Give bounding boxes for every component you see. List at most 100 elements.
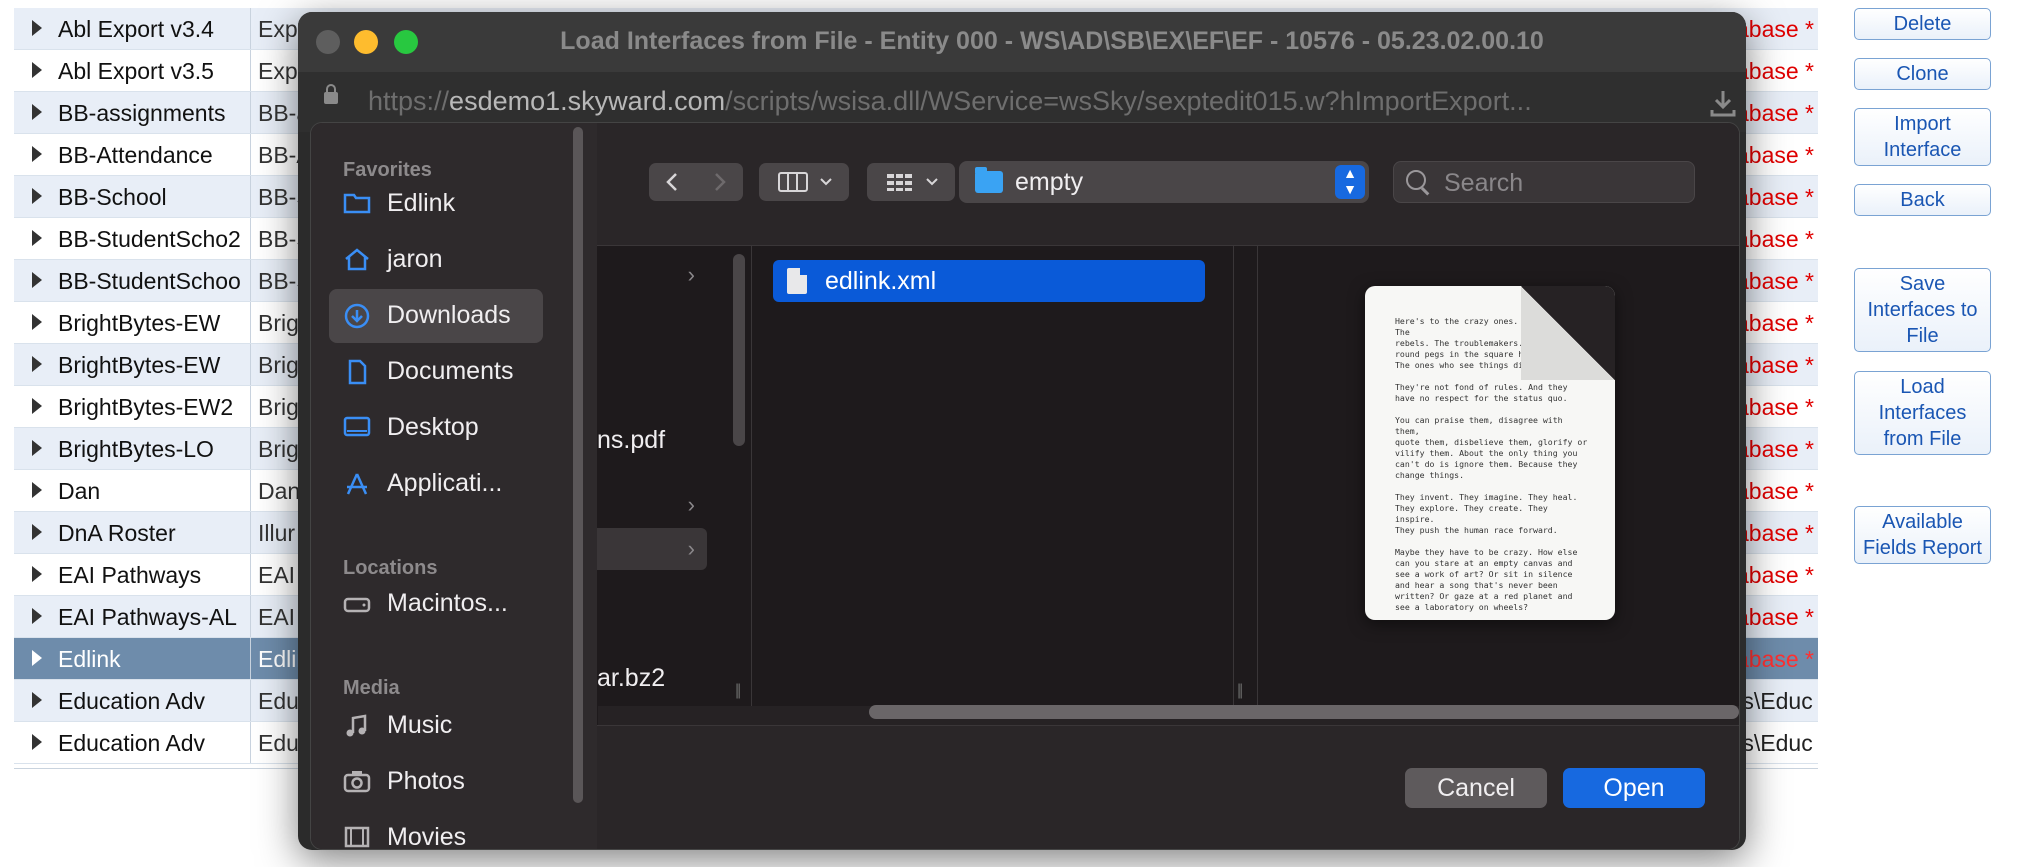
list-item[interactable]: ns.pdf [597,426,665,455]
download-icon[interactable] [1708,88,1738,125]
sidebar-item-macintosh-hd[interactable]: Macintos... [329,577,543,631]
expand-triangle-icon[interactable] [32,692,42,708]
expand-triangle-icon[interactable] [32,566,42,582]
interface-name: Dan [58,478,101,504]
window-titlebar[interactable]: Load Interfaces from File - Entity 000 -… [298,12,1746,72]
sidebar-item-jaron[interactable]: jaron [329,233,543,287]
url-prefix: https:// [368,86,450,116]
picker-footer: Cancel Open [597,725,1739,849]
interface-description: EAI [258,562,296,588]
expand-triangle-icon[interactable] [32,20,42,36]
list-item[interactable]: › [597,254,707,296]
sidebar-item-desktop[interactable]: Desktop [329,401,543,455]
load-interfaces-button[interactable]: Load Interfaces from File [1854,371,1991,455]
cancel-button[interactable]: Cancel [1405,768,1547,808]
cell-divider [250,386,251,427]
forward-nav-button[interactable] [696,163,743,201]
open-button[interactable]: Open [1563,768,1705,808]
expand-triangle-icon[interactable] [32,104,42,120]
column-divider[interactable] [1257,246,1258,706]
expand-triangle-icon[interactable] [32,524,42,540]
sidebar-item-label: Movies [387,823,467,850]
clone-button[interactable]: Clone [1854,58,1991,90]
horizontal-scrollbar[interactable] [869,705,1739,719]
search-box[interactable] [1393,161,1695,203]
group-by-button[interactable] [867,163,955,201]
sidebar-scrollbar[interactable] [573,127,583,803]
file-row-selected[interactable]: edlink.xml [773,260,1205,302]
interface-status: abase * [1736,436,1815,462]
back-nav-button[interactable] [649,163,696,201]
sidebar-item-downloads[interactable]: Downloads [329,289,543,343]
file-icon [787,268,807,294]
interface-name: BrightBytes-LO [58,436,214,462]
media-heading: Media [343,677,400,699]
delete-button[interactable]: Delete [1854,8,1991,40]
cell-divider [250,260,251,301]
folder-icon [343,191,371,215]
interface-status: abase * [1736,268,1815,294]
sidebar-item-label: Desktop [387,413,479,441]
interface-status: abase * [1736,478,1815,504]
cell-divider [250,218,251,259]
interface-status: abase * [1736,226,1815,252]
list-item[interactable]: › [597,528,707,570]
url-text[interactable]: https://esdemo1.skyward.com/scripts/wsis… [368,86,1532,117]
cell-divider [250,638,251,679]
expand-triangle-icon[interactable] [32,314,42,330]
sidebar-item-label: Downloads [387,301,511,329]
interface-status: abase * [1736,394,1815,420]
available-fields-report-button[interactable]: Available Fields Report [1854,506,1991,564]
column-resize-handle[interactable]: || [735,682,741,700]
expand-triangle-icon[interactable] [32,482,42,498]
view-mode-button[interactable] [759,163,849,201]
cell-divider [250,722,251,763]
sidebar-item-photos[interactable]: Photos [329,755,543,809]
expand-triangle-icon[interactable] [32,608,42,624]
document-preview: Here's to the crazy ones. The misfits. T… [1365,286,1615,620]
back-button[interactable]: Back [1854,184,1991,216]
expand-triangle-icon[interactable] [32,230,42,246]
column-resize-handle[interactable]: || [1237,682,1243,700]
sidebar-item-label: Music [387,711,453,739]
expand-triangle-icon[interactable] [32,272,42,288]
interface-status: abase * [1736,142,1815,168]
expand-triangle-icon[interactable] [32,146,42,162]
expand-triangle-icon[interactable] [32,650,42,666]
url-domain: esdemo1.skyward.com [449,86,726,116]
sidebar-item-label: Edlink [387,189,456,217]
document-icon [343,359,371,385]
column-scrollbar[interactable] [733,254,745,446]
sidebar-item-label: Documents [387,357,514,385]
interface-name: Education Adv [58,688,206,714]
interface-name: Education Adv [58,730,206,756]
location-popup[interactable]: empty ▲ ▼ [959,161,1369,203]
expand-triangle-icon[interactable] [32,188,42,204]
column-divider[interactable] [751,246,752,706]
expand-triangle-icon[interactable] [32,440,42,456]
expand-triangle-icon[interactable] [32,734,42,750]
list-item[interactable]: ar.bz2 [597,664,665,693]
sidebar-item-documents[interactable]: Documents [329,345,543,399]
sidebar-item-label: jaron [387,245,443,273]
sidebar-item-music[interactable]: Music [329,699,543,753]
sidebar-item-applications[interactable]: Applicati... [329,457,543,511]
cell-divider [250,134,251,175]
column-divider[interactable] [1233,246,1234,706]
search-input[interactable] [1442,168,1686,198]
interface-name: BB-assignments [58,100,226,126]
sidebar-item-edlink[interactable]: Edlink [329,177,543,231]
expand-triangle-icon[interactable] [32,398,42,414]
save-interfaces-button[interactable]: Save Interfaces to File [1854,268,1991,352]
interface-description: Brig [258,394,299,420]
expand-triangle-icon[interactable] [32,62,42,78]
sidebar-item-movies[interactable]: Movies [329,811,543,850]
interface-status: ts\Educ [1736,688,1813,714]
chevron-right-icon: › [687,492,695,517]
parent-column: › ns.pdf › › ar.bz2 [597,246,725,706]
interface-name: BB-StudentScho2 [58,226,241,252]
list-item[interactable]: › [597,484,707,526]
expand-triangle-icon[interactable] [32,356,42,372]
cell-divider [250,470,251,511]
import-interface-button[interactable]: Import Interface [1854,108,1991,166]
